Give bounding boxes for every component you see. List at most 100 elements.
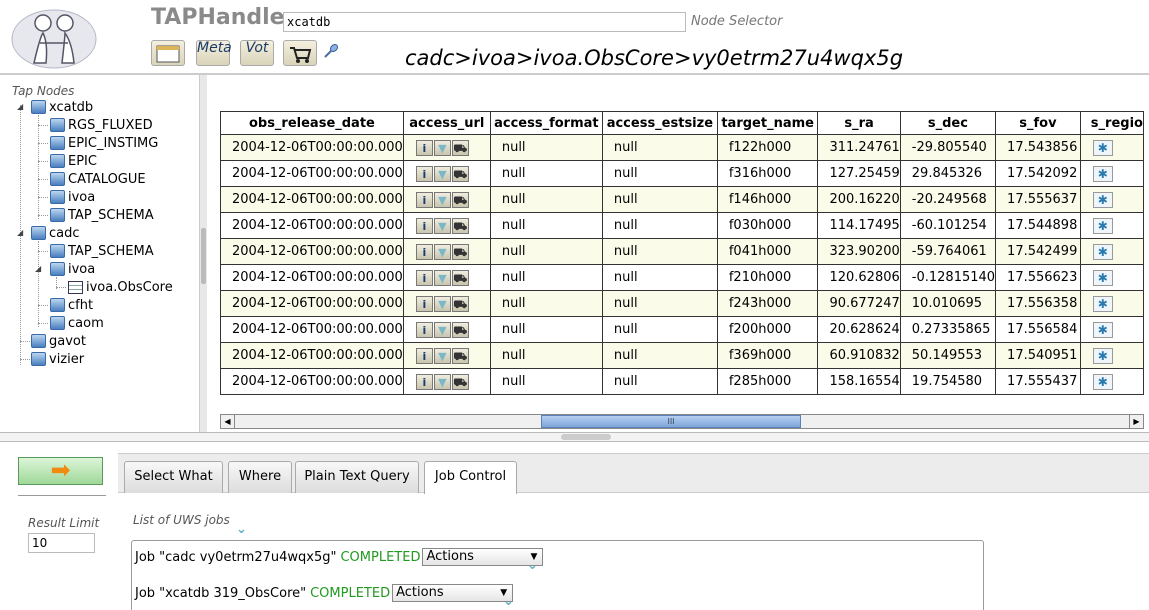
- cart-icon[interactable]: ⛟: [451, 295, 469, 312]
- column-header[interactable]: obs_release_date: [220, 111, 404, 135]
- info-icon[interactable]: i: [415, 295, 433, 312]
- expand-cadc-ivoa[interactable]: ◢: [35, 265, 43, 273]
- column-header[interactable]: access_format: [489, 111, 603, 135]
- help-icon[interactable]: ⌄: [503, 595, 514, 608]
- expand-cadc[interactable]: ◢: [17, 229, 25, 237]
- tree-node-rgs-fluxed[interactable]: RGS_FLUXED: [50, 116, 153, 134]
- expand-xcatdb[interactable]: ◢: [17, 103, 25, 111]
- info-icon[interactable]: i: [415, 347, 433, 364]
- tree-node-cadc-tap-schema[interactable]: TAP_SCHEMA: [50, 242, 154, 260]
- cart-icon[interactable]: ⛟: [451, 165, 469, 182]
- table-row: 2004-12-06T00:00:00.000 i ▼ ⛟ null null f369h0…: [220, 342, 1144, 369]
- vot-button[interactable]: Vot: [240, 40, 274, 66]
- window-button[interactable]: [151, 40, 185, 66]
- region-icon[interactable]: ✱: [1092, 165, 1113, 182]
- cart-icon[interactable]: ⛟: [451, 321, 469, 338]
- tree-node-ivoa[interactable]: ivoa: [50, 188, 95, 206]
- cart-icon[interactable]: ⛟: [451, 269, 469, 286]
- region-icon[interactable]: ✱: [1092, 191, 1113, 208]
- region-icon[interactable]: ✱: [1092, 269, 1113, 286]
- region-icon[interactable]: ✱: [1092, 217, 1113, 234]
- link-icon[interactable]: [322, 42, 340, 60]
- table-cell: null: [489, 134, 603, 161]
- job-actions-label: Actions: [426, 549, 474, 564]
- splitter-grip[interactable]: [561, 434, 611, 440]
- tree-node-vizier[interactable]: vizier: [31, 350, 84, 368]
- region-icon[interactable]: ✱: [1092, 243, 1113, 260]
- run-query-button[interactable]: ➡: [18, 457, 103, 485]
- table-cell: f146h000: [716, 186, 819, 213]
- tree-node-tap-schema[interactable]: TAP_SCHEMA: [50, 206, 154, 224]
- tree-node-gavot[interactable]: gavot: [31, 332, 86, 350]
- tree-node-cadc-ivoa[interactable]: ivoa: [50, 260, 95, 278]
- cart-icon[interactable]: ⛟: [451, 373, 469, 390]
- tree-node-cadc[interactable]: cadc: [31, 224, 80, 242]
- cart-icon[interactable]: ⛟: [451, 217, 469, 234]
- table-cell: f122h000: [716, 134, 819, 161]
- meta-button[interactable]: Meta: [196, 40, 232, 66]
- cart-icon[interactable]: ⛟: [451, 191, 469, 208]
- tree-scrollbar-thumb[interactable]: [201, 228, 206, 284]
- scrollbar-thumb[interactable]: III: [541, 415, 801, 428]
- tab-plain-text-query[interactable]: Plain Text Query: [295, 461, 419, 493]
- info-icon[interactable]: i: [415, 269, 433, 286]
- tab-job-control[interactable]: Job Control: [424, 461, 517, 494]
- download-icon[interactable]: ▼: [433, 347, 451, 364]
- tree-node-caom[interactable]: caom: [50, 314, 104, 332]
- scroll-right-arrow-icon[interactable]: ▶: [1129, 415, 1143, 428]
- download-icon[interactable]: ▼: [433, 321, 451, 338]
- column-header[interactable]: s_dec: [899, 111, 997, 135]
- column-header[interactable]: access_url: [402, 111, 491, 135]
- tab-where[interactable]: Where: [228, 461, 292, 493]
- column-header[interactable]: s_regio: [1079, 111, 1144, 135]
- region-icon[interactable]: ✱: [1092, 373, 1113, 390]
- cart-icon[interactable]: ⛟: [451, 347, 469, 364]
- info-icon[interactable]: i: [415, 217, 433, 234]
- column-header[interactable]: access_estsize: [601, 111, 718, 135]
- download-icon[interactable]: ▼: [433, 373, 451, 390]
- table-horizontal-scrollbar[interactable]: ◀ III ▶: [220, 414, 1144, 429]
- region-icon[interactable]: ✱: [1092, 295, 1113, 312]
- help-icon[interactable]: ⌄: [236, 523, 247, 536]
- tree-node-epic-instimg[interactable]: EPIC_INSTIMG: [50, 134, 158, 152]
- tree-node-catalogue[interactable]: CATALOGUE: [50, 170, 146, 188]
- cart-icon[interactable]: ⛟: [451, 243, 469, 260]
- region-icon[interactable]: ✱: [1092, 139, 1113, 156]
- tree-node-ivoa-obscore[interactable]: ivoa.ObsCore: [68, 278, 173, 296]
- info-icon[interactable]: i: [415, 373, 433, 390]
- info-icon[interactable]: i: [415, 139, 433, 156]
- job-actions-select[interactable]: Actions ▼: [392, 584, 514, 602]
- tree-node-xcatdb[interactable]: xcatdb: [31, 98, 93, 116]
- info-icon[interactable]: i: [415, 243, 433, 260]
- column-header[interactable]: s_ra: [817, 111, 901, 135]
- download-icon[interactable]: ▼: [433, 165, 451, 182]
- info-icon[interactable]: i: [415, 321, 433, 338]
- region-icon[interactable]: ✱: [1092, 321, 1113, 338]
- node-selector-input[interactable]: [283, 12, 686, 32]
- result-limit-input[interactable]: [28, 533, 95, 553]
- table-cell: 17.555437: [995, 368, 1081, 395]
- download-icon[interactable]: ▼: [433, 295, 451, 312]
- cart-icon[interactable]: ⛟: [451, 139, 469, 156]
- download-icon[interactable]: ▼: [433, 139, 451, 156]
- info-icon[interactable]: i: [415, 191, 433, 208]
- tab-select-what[interactable]: Select What: [124, 461, 223, 493]
- download-icon[interactable]: ▼: [433, 191, 451, 208]
- help-icon[interactable]: ⌄: [527, 559, 538, 572]
- column-header[interactable]: s_fov: [995, 111, 1081, 135]
- download-icon[interactable]: ▼: [433, 217, 451, 234]
- tree-node-cfht[interactable]: cfht: [50, 296, 93, 314]
- panel-splitter[interactable]: [0, 432, 1149, 442]
- download-icon[interactable]: ▼: [433, 243, 451, 260]
- info-icon[interactable]: i: [415, 165, 433, 182]
- column-header[interactable]: target_name: [716, 111, 819, 135]
- job-actions-select[interactable]: Actions ▼: [422, 548, 544, 566]
- region-icon[interactable]: ✱: [1092, 347, 1113, 364]
- download-icon[interactable]: ▼: [433, 269, 451, 286]
- tree-node-label: EPIC_INSTIMG: [68, 135, 159, 151]
- meta-button-label: Meta: [197, 40, 232, 56]
- tree-node-epic[interactable]: EPIC: [50, 152, 97, 170]
- jobs-list-label: List of UWS jobs: [133, 513, 230, 527]
- cart-button[interactable]: [283, 40, 317, 66]
- scroll-left-arrow-icon[interactable]: ◀: [221, 415, 235, 428]
